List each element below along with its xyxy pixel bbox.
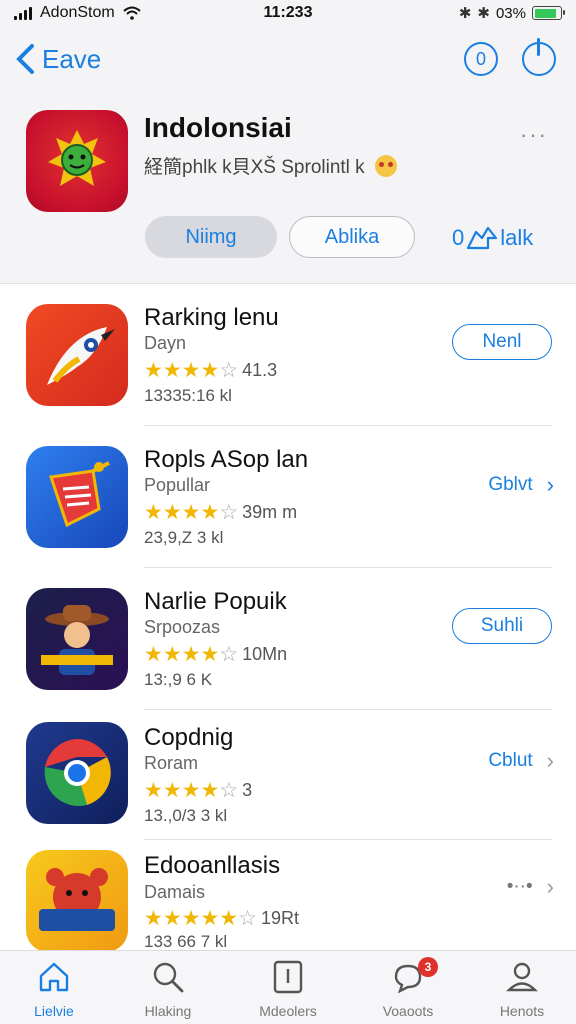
get-link-label: Gblvt: [488, 474, 533, 495]
list-item[interactable]: Ropls ASop lan Popullar ★★★★ ☆ 39m m 23,9…: [0, 426, 576, 568]
tab-bar: Lielvie Hlaking Mdeolers 3 Voaoots Henot…: [0, 950, 576, 1024]
wifi-icon: [123, 6, 141, 20]
app-icon: [26, 722, 128, 824]
list-item[interactable]: Edooanllasis Damais ★★★★★ ☆ 19Rt 133 66 7…: [0, 840, 576, 952]
bluetooth-icon: ✱: [477, 5, 490, 22]
battery-icon: [532, 6, 565, 20]
app-icon: [26, 850, 128, 952]
featured-subtitle: 経簡phlk k貝XŠ Sprolintl k: [144, 152, 397, 179]
tab-label: Henots: [499, 1003, 545, 1019]
share-label: lalk: [500, 225, 534, 250]
featured-app-icon[interactable]: [26, 110, 128, 212]
battery-percent: 03%: [495, 4, 526, 22]
shield-icon: [49, 461, 110, 528]
download-count: 13:,9 6 K: [144, 670, 213, 689]
share-icon: [467, 226, 498, 250]
chevron-left-icon: [16, 44, 34, 74]
app-icon: [26, 446, 128, 548]
rating-count: 3: [242, 780, 253, 800]
star-rating: ★★★★ ☆ 39m m: [144, 501, 298, 524]
list-item[interactable]: Copdnig Roram ★★★★ ☆ 3 13.,0/3 3 kl Cblut…: [0, 710, 576, 840]
chevron-right-icon: ›: [546, 748, 554, 773]
rating-count: 10Mn: [242, 644, 288, 664]
get-link-label: Cblut: [488, 750, 533, 771]
get-link[interactable]: Cblut ›: [488, 748, 554, 774]
featured-subtitle-text: 経簡phlk k貝XŠ Sprolintl k: [144, 157, 365, 178]
download-count: 23,9,Z 3 kl: [144, 528, 224, 547]
more-link[interactable]: •··• ›: [507, 874, 554, 900]
list-item[interactable]: Rarking lenu Dayn ★★★★ ☆ 41.3 13335:16 kl…: [0, 284, 576, 426]
emoji-face-icon: [374, 154, 397, 177]
get-button[interactable]: Suhli: [452, 608, 552, 644]
box-icon: [273, 960, 303, 994]
signal-icon: [14, 6, 32, 20]
get-link[interactable]: Gblvt ›: [488, 472, 554, 498]
star-rating: ★★★★ ☆ 3: [144, 779, 253, 802]
tab-profile[interactable]: Henots: [472, 959, 572, 1019]
app-category: Popullar: [144, 475, 211, 495]
more-options-icon[interactable]: ···: [520, 122, 548, 148]
back-button[interactable]: Eave: [14, 42, 101, 76]
app-icon: [26, 588, 128, 690]
list-item[interactable]: Narlie Popuik Srpoozas ★★★★ ☆ 10Mn 13:,9 …: [0, 568, 576, 710]
battery-fill: [534, 8, 556, 18]
tab-models[interactable]: Mdeolers: [238, 959, 338, 1019]
secondary-pill-button[interactable]: Ablika: [289, 216, 415, 258]
app-name: Edooanllasis: [144, 852, 281, 879]
status-time: 11:233: [263, 4, 313, 21]
get-button[interactable]: Nenl: [452, 324, 552, 360]
status-bar: AdonStom 11:233 ✱ ✱ 03%: [0, 0, 576, 26]
timer-icon[interactable]: 0: [464, 42, 498, 76]
tab-label: Lielvie: [34, 1003, 74, 1019]
rating-count: 19Rt: [260, 908, 299, 928]
app-category: Dayn: [144, 333, 187, 353]
app-name: Rarking lenu: [144, 304, 279, 331]
featured-title: Indolonsiai: [144, 112, 292, 143]
app-icon: [26, 304, 128, 406]
more-dots-label: •··•: [506, 876, 533, 897]
app-name: Copdnig: [144, 724, 234, 751]
app-category: Damais: [144, 882, 206, 902]
tab-chats[interactable]: 3 Voaoots: [358, 957, 458, 1019]
home-icon: [39, 962, 69, 992]
back-label: Eave: [42, 43, 102, 74]
share-link[interactable]: 0 lalk: [452, 224, 533, 252]
chevron-right-icon: ›: [546, 472, 554, 497]
chevron-right-icon: ›: [546, 874, 554, 899]
featured-header: Eave 0 Indolonsiai 経簡phlk k貝XŠ Sprolintl…: [0, 26, 576, 284]
mascot-icon: [48, 130, 106, 186]
browser-icon: [44, 739, 111, 807]
cowboy-icon: [41, 605, 113, 675]
tab-label: Mdeolers: [259, 1003, 317, 1019]
person-icon: [506, 962, 538, 992]
notification-badge: 3: [418, 957, 438, 977]
star-rating: ★★★★★ ☆ 19Rt: [144, 907, 299, 930]
share-prefix: 0: [452, 225, 465, 250]
carrier-name: AdonStom: [40, 4, 115, 21]
tab-search[interactable]: Hlaking: [118, 959, 218, 1019]
download-count: 13335:16 kl: [144, 386, 232, 405]
search-icon: [153, 962, 184, 993]
bear-icon: [39, 868, 115, 931]
download-count: 13.,0/3 3 kl: [144, 806, 228, 825]
tab-label: Voaoots: [382, 1003, 434, 1019]
rating-count: 39m m: [242, 502, 298, 522]
power-icon[interactable]: [522, 38, 556, 76]
app-name: Ropls ASop lan: [144, 446, 309, 473]
primary-pill-button[interactable]: Niimg: [145, 216, 277, 258]
rating-count: 41.3: [242, 360, 278, 380]
app-name: Narlie Popuik: [144, 588, 287, 615]
tab-label: Hlaking: [144, 1003, 192, 1019]
app-category: Roram: [144, 753, 199, 773]
bird-icon: [47, 327, 115, 385]
bluetooth-icon: ✱: [458, 5, 472, 22]
download-count: 133 66 7 kl: [144, 932, 228, 951]
app-category: Srpoozas: [144, 617, 221, 637]
tab-home[interactable]: Lielvie: [4, 959, 104, 1019]
star-rating: ★★★★ ☆ 10Mn: [144, 643, 288, 666]
star-rating: ★★★★ ☆ 41.3: [144, 359, 278, 382]
